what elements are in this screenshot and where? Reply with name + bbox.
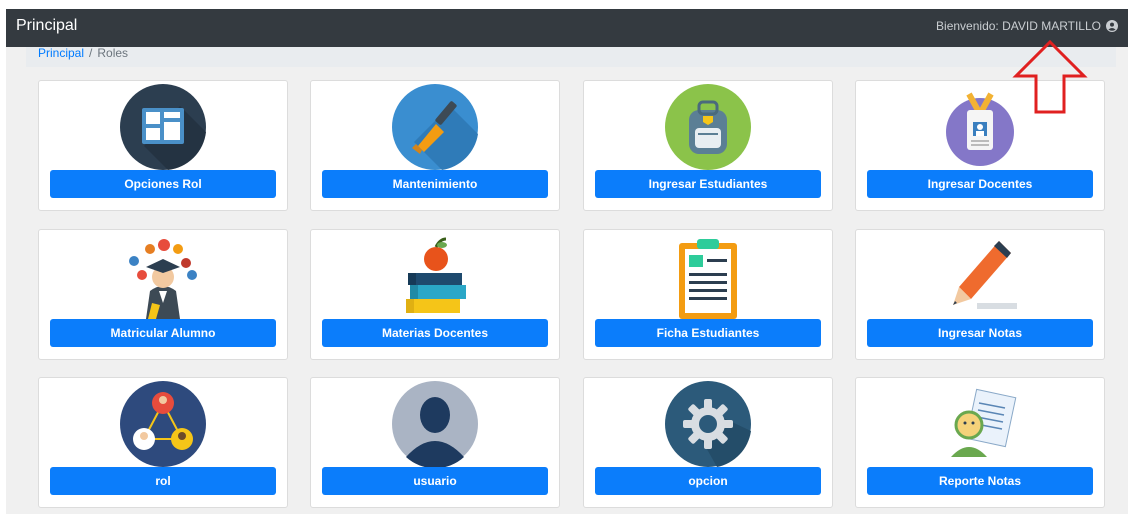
module-card-matricular-alumno: Matricular Alumno — [38, 229, 288, 360]
user-silhouette-icon — [311, 381, 559, 467]
annotation-arrow-up-icon — [1012, 40, 1088, 114]
welcome-text: Bienvenido: DAVID MARTILLO — [936, 19, 1101, 33]
user-welcome[interactable]: Bienvenido: DAVID MARTILLO — [936, 19, 1118, 33]
module-card-opciones-rol: Opciones Rol — [38, 80, 288, 211]
user-circle-icon — [1106, 20, 1118, 32]
mantenimiento-button[interactable]: Mantenimiento — [322, 170, 548, 198]
clipboard-icon — [584, 233, 832, 319]
breadcrumb-separator: / — [89, 46, 93, 60]
ingresar-notas-button[interactable]: Ingresar Notas — [867, 319, 1093, 347]
module-card-reporte-notas: Reporte Notas — [855, 377, 1105, 508]
graduate-icon — [39, 233, 287, 319]
breadcrumb: Principal / Roles — [26, 47, 1116, 67]
dashboard-layout-icon — [39, 84, 287, 170]
module-card-rol: rol — [38, 377, 288, 508]
breadcrumb-current: Roles — [97, 46, 129, 60]
module-card-opcion: opcion — [583, 377, 833, 508]
rol-button[interactable]: rol — [50, 467, 276, 495]
ingresar-docentes-button[interactable]: Ingresar Docentes — [867, 170, 1093, 198]
module-card-ficha-estudiantes: Ficha Estudiantes — [583, 229, 833, 360]
module-card-usuario: usuario — [310, 377, 560, 508]
top-navbar: Principal Bienvenido: DAVID MARTILLO — [6, 9, 1128, 47]
report-card-icon — [856, 381, 1104, 467]
usuario-button[interactable]: usuario — [322, 467, 548, 495]
opciones-rol-button[interactable]: Opciones Rol — [50, 170, 276, 198]
breadcrumb-home-link[interactable]: Principal — [38, 46, 84, 60]
navbar-brand[interactable]: Principal — [16, 17, 77, 35]
ficha-estudiantes-button[interactable]: Ficha Estudiantes — [595, 319, 821, 347]
module-card-ingresar-estudiantes: Ingresar Estudiantes — [583, 80, 833, 211]
pencil-icon — [856, 233, 1104, 319]
screwdriver-icon — [311, 84, 559, 170]
gear-icon — [584, 381, 832, 467]
module-card-materias-docentes: Materias Docentes — [310, 229, 560, 360]
ingresar-estudiantes-button[interactable]: Ingresar Estudiantes — [595, 170, 821, 198]
books-apple-icon — [311, 233, 559, 319]
people-network-icon — [39, 381, 287, 467]
module-card-mantenimiento: Mantenimiento — [310, 80, 560, 211]
module-card-ingresar-notas: Ingresar Notas — [855, 229, 1105, 360]
opcion-button[interactable]: opcion — [595, 467, 821, 495]
reporte-notas-button[interactable]: Reporte Notas — [867, 467, 1093, 495]
backpack-icon — [584, 84, 832, 170]
matricular-alumno-button[interactable]: Matricular Alumno — [50, 319, 276, 347]
materias-docentes-button[interactable]: Materias Docentes — [322, 319, 548, 347]
